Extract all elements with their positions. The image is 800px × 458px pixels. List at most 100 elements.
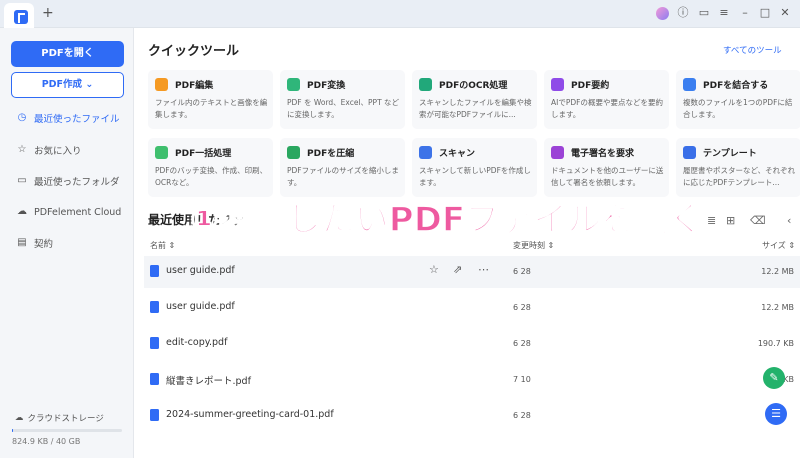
collapse-icon[interactable]: ‹ <box>787 214 791 227</box>
tool-card[interactable]: スキャンスキャンして新しいPDFを作成します。 <box>412 138 537 197</box>
cloud-icon: ☁ <box>17 206 27 217</box>
file-date: 6 28 <box>513 411 531 420</box>
tool-name: PDF変換 <box>307 81 346 91</box>
tool-icon <box>419 78 432 91</box>
create-pdf-label: PDF作成 <box>41 79 83 90</box>
message-icon[interactable]: ▭ <box>697 6 711 20</box>
help-icon[interactable]: ⓘ <box>676 6 690 20</box>
pdf-file-icon <box>150 265 159 277</box>
file-name: 2024-summer-greeting-card-01.pdf <box>166 409 334 420</box>
file-name: user guide.pdf <box>166 301 235 312</box>
sidebar: PDFを開く PDF作成 ⌄ ◷ 最近使ったファイル ☆ お気に入り ▭ 最近使… <box>0 28 134 458</box>
tool-name: PDFを結合する <box>703 81 769 91</box>
tool-card[interactable]: 電子署名を要求 ドキュメントを他のユーザーに送信して署名を依頼します。 <box>544 138 669 197</box>
file-date: 7 10 <box>513 375 531 384</box>
column-header-date[interactable]: 変更時刻 ⇕ <box>513 240 554 251</box>
storage-progress-fill <box>12 429 13 432</box>
tool-card[interactable]: PDFを圧縮 PDFファイルのサイズを縮小します。 <box>280 138 405 197</box>
tool-name: テンプレート <box>703 149 757 159</box>
chevron-down-icon: ⌄ <box>85 79 94 90</box>
file-row[interactable]: 2024-summer-greeting-card-01.pdf 6 28 <box>144 400 800 432</box>
instruction-overlay: ①変換したいPDFファイルを開く <box>189 199 704 241</box>
tool-icon <box>155 146 168 159</box>
menu-icon[interactable]: ≡ <box>717 6 731 20</box>
more-icon[interactable]: ⋯ <box>478 263 489 276</box>
open-pdf-button[interactable]: PDFを開く <box>11 41 124 67</box>
file-size: 12.2 MB <box>761 303 794 312</box>
cloud-storage[interactable]: ☁ クラウドストレージ <box>15 412 104 424</box>
share-icon[interactable]: ⇗ <box>453 263 462 276</box>
tool-description: スキャンして新しいPDFを作成します。 <box>419 166 531 187</box>
sidebar-item-label: 契約 <box>34 239 54 250</box>
app-logo-icon <box>14 10 28 24</box>
sort-icon: ⇕ <box>788 241 796 250</box>
sidebar-item-cloud[interactable]: ☁ PDFelement Cloud <box>17 204 121 220</box>
clock-icon: ◷ <box>17 112 27 123</box>
file-row[interactable]: user guide.pdf 6 28 12.2 MB <box>144 292 800 324</box>
tool-description: AIでPDFの概要や要点などを要約します。 <box>551 98 663 119</box>
pdf-file-icon <box>150 409 159 421</box>
sort-icon: ⇕ <box>168 241 176 250</box>
sidebar-item-recent-files[interactable]: ◷ 最近使ったファイル <box>17 110 120 126</box>
tool-icon <box>683 78 696 91</box>
pdf-file-icon <box>150 301 159 313</box>
all-tools-link[interactable]: すべてのツール <box>723 44 782 56</box>
cloud-icon: ☁ <box>15 413 24 423</box>
create-pdf-button[interactable]: PDF作成 ⌄ <box>11 72 124 98</box>
file-row[interactable]: 縦書きレポート.pdf7 107.0 KB <box>144 364 800 396</box>
tool-card[interactable]: PDF一括処理 PDFのバッチ変換、作成、印刷、OCRなど。 <box>148 138 273 197</box>
maximize-icon[interactable]: □ <box>758 6 772 20</box>
file-name: edit-copy.pdf <box>166 337 228 348</box>
sidebar-item-favorites[interactable]: ☆ お気に入り <box>17 142 82 158</box>
tool-description: PDFのバッチ変換、作成、印刷、OCRなど。 <box>155 166 268 187</box>
tool-card[interactable]: テンプレート履歴書やポスターなど、それぞれに応じたPDFテンプレート... <box>676 138 800 197</box>
tool-card[interactable]: PDF変換 PDF を Word、Excel、PPT などに変換します。 <box>280 70 405 129</box>
document-icon: ▤ <box>17 237 27 248</box>
tool-card[interactable]: PDF要約 AIでPDFの概要や要点などを要約します。 <box>544 70 669 129</box>
tool-card[interactable]: PDF編集 ファイル内のテキストと画像を編集します。 <box>148 70 273 129</box>
tool-icon <box>155 78 168 91</box>
file-size: 12.2 MB <box>761 267 794 276</box>
star-icon[interactable]: ☆ <box>429 263 439 276</box>
column-header-name[interactable]: 名前 ⇕ <box>150 240 175 251</box>
column-date-label: 変更時刻 <box>513 241 545 250</box>
storage-size: 824.9 KB / 40 GB <box>12 437 81 446</box>
tool-name: PDF要約 <box>571 81 610 91</box>
pdf-file-icon <box>150 337 159 349</box>
column-header-size[interactable]: サイズ ⇕ <box>762 240 795 251</box>
tool-icon <box>287 146 300 159</box>
column-size-label: サイズ <box>762 241 786 250</box>
star-icon: ☆ <box>17 144 27 155</box>
delete-icon[interactable]: ⌫ <box>750 214 766 227</box>
list-view-icon[interactable]: ≣ <box>707 214 716 227</box>
file-row[interactable]: edit-copy.pdf 6 28 190.7 KB <box>144 328 800 360</box>
file-size: 190.7 KB <box>757 339 794 348</box>
sidebar-item-contracts[interactable]: ▤ 契約 <box>17 235 53 251</box>
minimize-icon[interactable]: – <box>738 6 752 20</box>
tool-icon <box>551 146 564 159</box>
tool-description: 履歴書やポスターなど、それぞれに応じたPDFテンプレート... <box>683 166 796 187</box>
tool-card[interactable]: PDFのOCR処理 スキャンしたファイルを編集や検索が可能なPDFファイルに... <box>412 70 537 129</box>
floating-menu-icon[interactable]: ☰ <box>765 403 787 425</box>
file-name: user guide.pdf <box>166 265 235 276</box>
document-tab[interactable] <box>4 3 34 28</box>
grid-view-icon[interactable]: ⊞ <box>726 214 735 227</box>
file-row[interactable]: user guide.pdf 6 28 12.2 MB ☆ ⇗ ⋯ <box>144 256 800 288</box>
close-icon[interactable]: ✕ <box>778 6 792 20</box>
page-title: クイックツール <box>148 44 240 59</box>
tool-icon <box>551 78 564 91</box>
sidebar-item-recent-folders[interactable]: ▭ 最近使ったフォルダ <box>17 173 119 189</box>
avatar[interactable] <box>656 7 669 20</box>
tool-icon <box>287 78 300 91</box>
sort-icon: ⇕ <box>547 241 555 250</box>
tool-card[interactable]: PDFを結合する 複数のファイルを1つのPDFに結合します。 <box>676 70 800 129</box>
tool-name: スキャン <box>439 149 476 159</box>
tool-description: スキャンしたファイルを編集や検索が可能なPDFファイルに... <box>419 98 532 119</box>
ai-assistant-icon[interactable]: ✎ <box>763 367 785 389</box>
sidebar-item-label: PDFelement Cloud <box>34 206 122 218</box>
new-tab-icon[interactable]: + <box>42 5 54 21</box>
tool-description: PDF を Word、Excel、PPT などに変換します。 <box>287 98 400 119</box>
tool-description: PDFファイルのサイズを縮小します。 <box>287 166 399 187</box>
tool-name: PDF編集 <box>175 81 214 91</box>
column-name-label: 名前 <box>150 241 166 250</box>
